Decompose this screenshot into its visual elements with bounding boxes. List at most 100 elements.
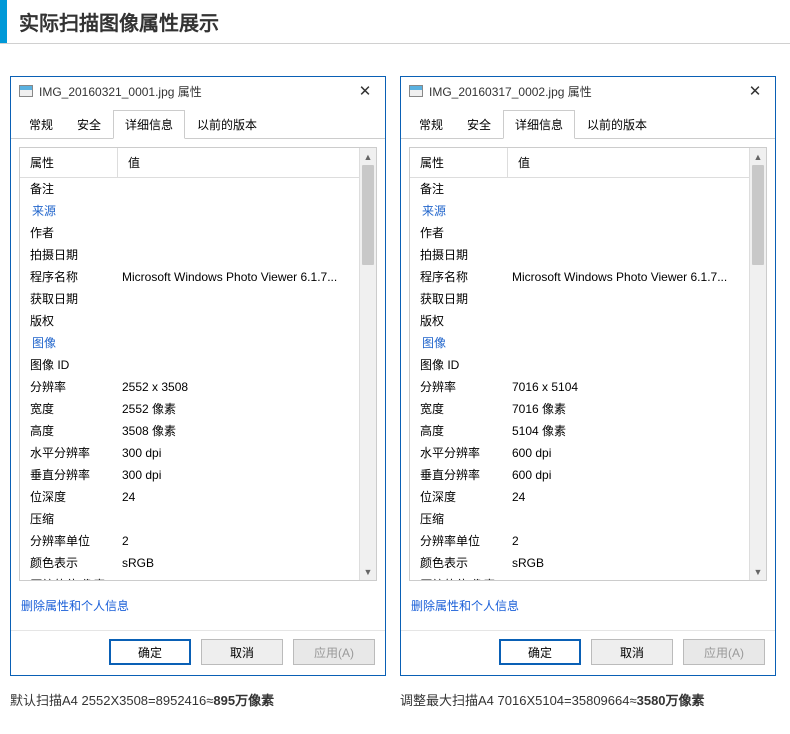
scroll-down-icon[interactable]: ▼ (360, 563, 376, 580)
property-value (118, 310, 359, 332)
property-value: sRGB (508, 552, 749, 574)
ok-button[interactable]: 确定 (499, 639, 581, 665)
column-property[interactable]: 属性 (410, 148, 508, 177)
property-label: 垂直分辨率 (410, 464, 508, 486)
column-value[interactable]: 值 (118, 148, 150, 177)
property-section: 图像 (410, 332, 749, 354)
property-row[interactable]: 图像 ID (20, 354, 359, 376)
property-value: 24 (508, 486, 749, 508)
property-row[interactable]: 压缩的位/像素 (410, 574, 749, 580)
property-row[interactable]: 颜色表示sRGB (410, 552, 749, 574)
property-label: 颜色表示 (410, 552, 508, 574)
column-value[interactable]: 值 (508, 148, 540, 177)
tab-2[interactable]: 详细信息 (503, 110, 575, 139)
property-row[interactable]: 分辨率单位2 (20, 530, 359, 552)
scroll-down-icon[interactable]: ▼ (750, 563, 766, 580)
close-icon[interactable]: ✕ (743, 82, 767, 100)
tab-3[interactable]: 以前的版本 (185, 110, 269, 139)
property-row[interactable]: 压缩 (410, 508, 749, 530)
vertical-scrollbar[interactable]: ▲▼ (359, 148, 376, 580)
property-row[interactable]: 程序名称Microsoft Windows Photo Viewer 6.1.7… (20, 266, 359, 288)
dialogs-container: IMG_20160321_0001.jpg 属性✕常规安全详细信息以前的版本属性… (0, 44, 790, 688)
property-label: 位深度 (20, 486, 118, 508)
property-row[interactable]: 位深度24 (410, 486, 749, 508)
property-value: 3508 像素 (118, 420, 359, 442)
property-row[interactable]: 位深度24 (20, 486, 359, 508)
property-value: sRGB (118, 552, 359, 574)
vertical-scrollbar[interactable]: ▲▼ (749, 148, 766, 580)
tab-0[interactable]: 常规 (407, 110, 455, 139)
property-row[interactable]: 压缩 (20, 508, 359, 530)
close-icon[interactable]: ✕ (353, 82, 377, 100)
property-row[interactable]: 分辨率2552 x 3508 (20, 376, 359, 398)
property-row[interactable]: 备注 (410, 178, 749, 200)
property-row[interactable]: 分辨率7016 x 5104 (410, 376, 749, 398)
apply-button: 应用(A) (293, 639, 375, 665)
window-titlebar: IMG_20160317_0002.jpg 属性✕ (401, 77, 775, 105)
property-label: 垂直分辨率 (20, 464, 118, 486)
property-row[interactable]: 水平分辨率300 dpi (20, 442, 359, 464)
property-value (118, 508, 359, 530)
property-label: 水平分辨率 (20, 442, 118, 464)
property-row[interactable]: 垂直分辨率300 dpi (20, 464, 359, 486)
window-titlebar: IMG_20160321_0001.jpg 属性✕ (11, 77, 385, 105)
property-label: 程序名称 (20, 266, 118, 288)
property-row[interactable]: 高度5104 像素 (410, 420, 749, 442)
tab-0[interactable]: 常规 (17, 110, 65, 139)
property-row[interactable]: 获取日期 (20, 288, 359, 310)
tab-1[interactable]: 安全 (65, 110, 113, 139)
property-label: 高度 (410, 420, 508, 442)
property-row[interactable]: 颜色表示sRGB (20, 552, 359, 574)
property-row[interactable]: 拍摄日期 (20, 244, 359, 266)
property-row[interactable]: 版权 (410, 310, 749, 332)
property-row[interactable]: 版权 (20, 310, 359, 332)
property-row[interactable]: 压缩的位/像素 (20, 574, 359, 580)
property-row[interactable]: 分辨率单位2 (410, 530, 749, 552)
scroll-up-icon[interactable]: ▲ (360, 148, 376, 165)
tab-2[interactable]: 详细信息 (113, 110, 185, 139)
property-row[interactable]: 作者 (410, 222, 749, 244)
column-property[interactable]: 属性 (20, 148, 118, 177)
page-header: 实际扫描图像属性展示 (0, 0, 790, 44)
property-value: Microsoft Windows Photo Viewer 6.1.7... (118, 266, 359, 288)
scrollbar-thumb[interactable] (752, 165, 764, 265)
scrollbar-track[interactable] (360, 165, 376, 563)
property-section: 图像 (20, 332, 359, 354)
cancel-button[interactable]: 取消 (201, 639, 283, 665)
property-value: 7016 像素 (508, 398, 749, 420)
property-section: 来源 (410, 200, 749, 222)
property-row[interactable]: 宽度7016 像素 (410, 398, 749, 420)
remove-properties-link[interactable]: 删除属性和个人信息 (411, 599, 519, 613)
property-row[interactable]: 水平分辨率600 dpi (410, 442, 749, 464)
properties-dialog: IMG_20160321_0001.jpg 属性✕ 常规安全详细信息以前的版本属性… (10, 76, 386, 676)
property-row[interactable]: 高度3508 像素 (20, 420, 359, 442)
property-label: 压缩的位/像素 (20, 574, 118, 580)
ok-button[interactable]: 确定 (109, 639, 191, 665)
property-row[interactable]: 图像 ID (410, 354, 749, 376)
scrollbar-track[interactable] (750, 165, 766, 563)
property-row[interactable]: 宽度2552 像素 (20, 398, 359, 420)
property-label: 分辨率 (20, 376, 118, 398)
tab-strip: 常规安全详细信息以前的版本 (401, 105, 775, 139)
property-row[interactable]: 垂直分辨率600 dpi (410, 464, 749, 486)
property-value (118, 178, 359, 200)
property-label: 版权 (410, 310, 508, 332)
property-row[interactable]: 程序名称Microsoft Windows Photo Viewer 6.1.7… (410, 266, 749, 288)
property-list: 属性值备注来源作者拍摄日期程序名称Microsoft Windows Photo… (19, 147, 377, 581)
property-section: 来源 (20, 200, 359, 222)
tab-3[interactable]: 以前的版本 (575, 110, 659, 139)
cancel-button[interactable]: 取消 (591, 639, 673, 665)
property-row[interactable]: 拍摄日期 (410, 244, 749, 266)
property-value: 600 dpi (508, 464, 749, 486)
property-row[interactable]: 获取日期 (410, 288, 749, 310)
property-value: 2552 像素 (118, 398, 359, 420)
property-value (118, 354, 359, 376)
tab-1[interactable]: 安全 (455, 110, 503, 139)
page-title: 实际扫描图像属性展示 (19, 7, 219, 36)
scrollbar-thumb[interactable] (362, 165, 374, 265)
property-row[interactable]: 备注 (20, 178, 359, 200)
remove-properties-link[interactable]: 删除属性和个人信息 (21, 599, 129, 613)
property-row[interactable]: 作者 (20, 222, 359, 244)
properties-dialog: IMG_20160317_0002.jpg 属性✕常规安全详细信息以前的版本属性… (400, 76, 776, 676)
scroll-up-icon[interactable]: ▲ (750, 148, 766, 165)
